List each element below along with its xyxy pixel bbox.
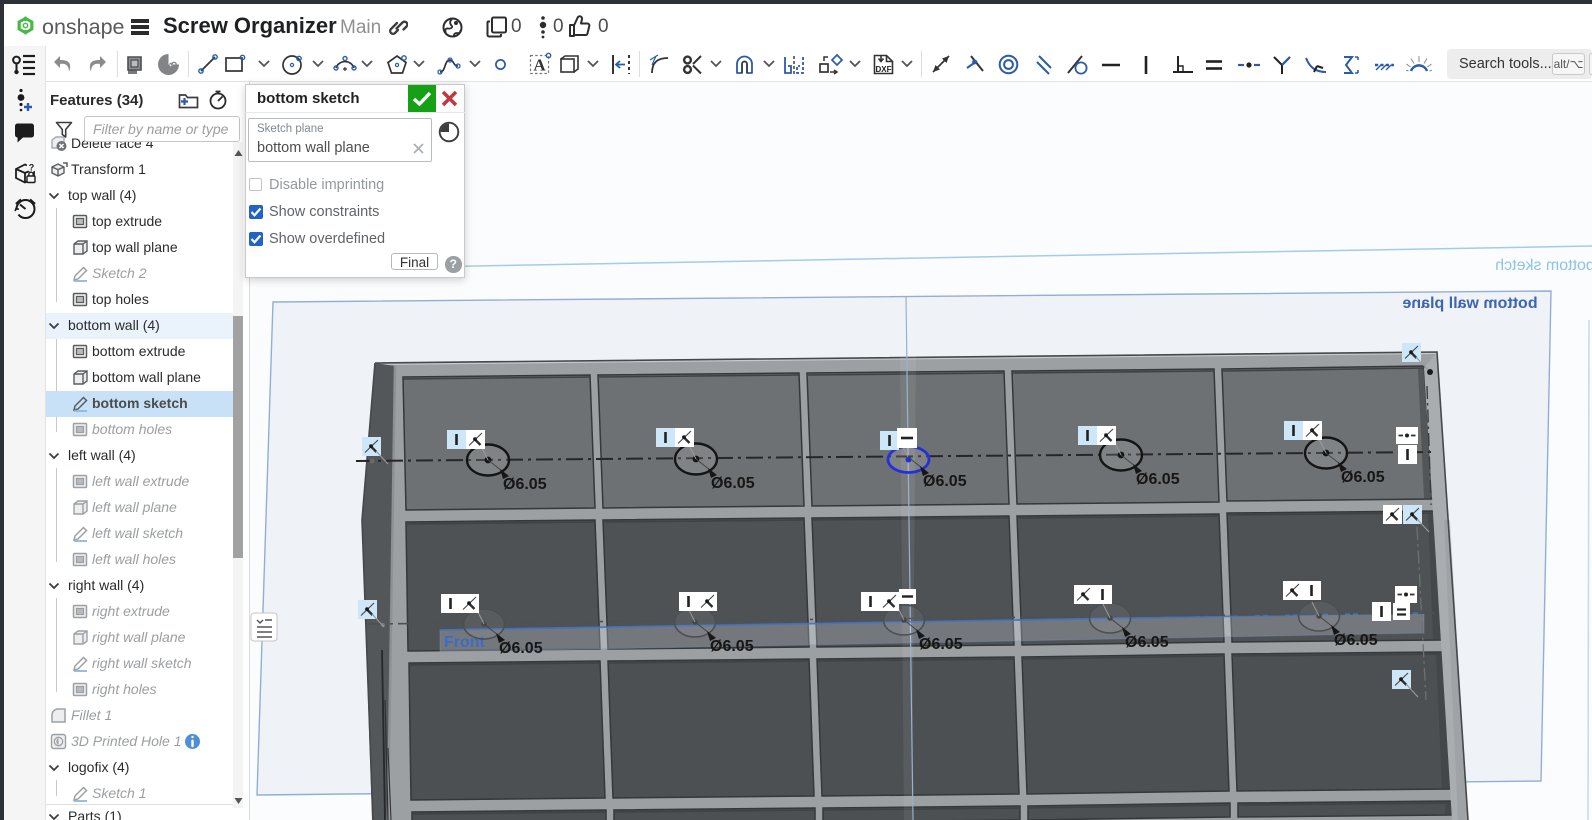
svg-text:DXF: DXF bbox=[876, 65, 892, 74]
svg-text:Ø6.05: Ø6.05 bbox=[1341, 469, 1385, 486]
svg-text:Ø6.05: Ø6.05 bbox=[710, 638, 754, 655]
svg-text:Ø6.05: Ø6.05 bbox=[1136, 471, 1180, 488]
svg-text:A: A bbox=[533, 56, 546, 75]
svg-text:bottom wall plane: bottom wall plane bbox=[1402, 295, 1537, 312]
svg-text:Ø6.05: Ø6.05 bbox=[1334, 632, 1378, 649]
svg-text:Ø6.05: Ø6.05 bbox=[923, 473, 967, 490]
svg-text:Ø6.05: Ø6.05 bbox=[1125, 634, 1169, 651]
svg-text:?: ? bbox=[29, 163, 35, 173]
svg-text:Ø6.05: Ø6.05 bbox=[711, 475, 755, 492]
svg-text:Ø6.05: Ø6.05 bbox=[919, 636, 963, 653]
svg-text:Ø6.05: Ø6.05 bbox=[499, 640, 543, 657]
svg-text:Ø6.05: Ø6.05 bbox=[503, 476, 547, 493]
svg-text:bottom sketch: bottom sketch bbox=[1495, 257, 1592, 274]
